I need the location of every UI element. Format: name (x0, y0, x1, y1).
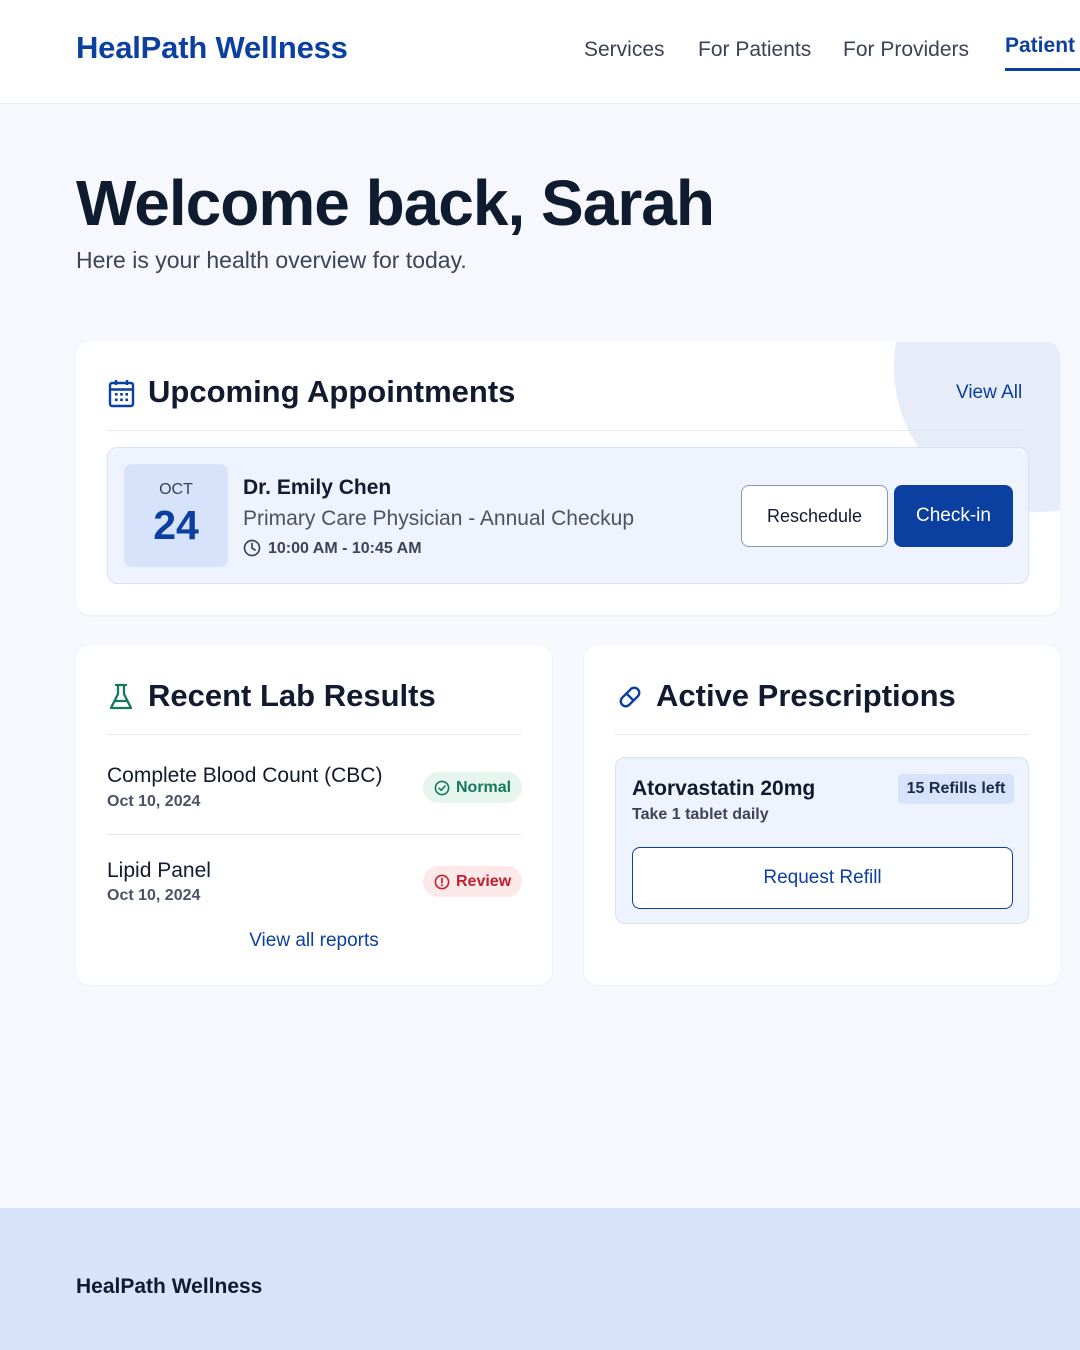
prescription-item: Atorvastatin 20mg Take 1 tablet daily 15… (615, 757, 1029, 924)
appointments-card: Upcoming Appointments View All OCT 24 Dr… (76, 342, 1060, 615)
nav-item-patient[interactable]: Patient (1005, 34, 1075, 58)
lab-result-name[interactable]: Lipid Panel (107, 859, 211, 883)
request-refill-button[interactable]: Request Refill (632, 847, 1013, 909)
prescription-dosage: Take 1 tablet daily (632, 806, 769, 823)
view-all-reports-link[interactable]: View all reports (76, 930, 552, 952)
appointment-date: OCT 24 (124, 464, 228, 567)
pill-icon (617, 684, 643, 715)
footer-brand: HealPath Wellness (76, 1275, 263, 1298)
prescription-name: Atorvastatin 20mg (632, 777, 816, 800)
lab-results-title: Recent Lab Results (148, 678, 436, 713)
appointment-time: 10:00 AM - 10:45 AM (268, 540, 422, 557)
divider (615, 734, 1029, 735)
nav-item-for-providers[interactable]: For Providers (843, 38, 969, 62)
status-badge-review: Review (423, 866, 522, 897)
nav-active-indicator (1005, 68, 1080, 71)
reschedule-button[interactable]: Reschedule (741, 485, 888, 547)
doctor-name: Dr. Emily Chen (243, 476, 392, 499)
lab-results-card: Recent Lab Results Complete Blood Count … (76, 646, 552, 985)
nav-item-for-patients[interactable]: For Patients (698, 38, 811, 62)
status-badge-normal: Normal (423, 772, 522, 803)
flask-icon (108, 683, 134, 716)
divider (107, 834, 521, 835)
view-all-appointments-link[interactable]: View All (956, 382, 1022, 404)
alert-circle-icon (434, 874, 450, 889)
page-title: Welcome back, Sarah (76, 167, 715, 239)
divider (107, 734, 521, 735)
prescriptions-card: Active Prescriptions Atorvastatin 20mg T… (584, 646, 1060, 985)
refills-badge: 15 Refills left (898, 774, 1014, 804)
lab-result-date: Oct 10, 2024 (107, 887, 201, 904)
appointment-month: OCT (159, 481, 193, 498)
appointments-title: Upcoming Appointments (148, 374, 516, 409)
site-header: HealPath Wellness Services For Patients … (0, 0, 1080, 104)
lab-result-date: Oct 10, 2024 (107, 793, 201, 810)
divider (107, 430, 1029, 431)
appointment-specialty: Primary Care Physician - Annual Checkup (243, 507, 635, 530)
clock-icon (243, 539, 261, 562)
status-label: Normal (456, 778, 512, 796)
calendar-icon (108, 379, 135, 413)
check-circle-icon (434, 780, 450, 795)
prescriptions-title: Active Prescriptions (656, 678, 956, 713)
check-in-button[interactable]: Check-in (894, 485, 1013, 547)
nav-item-services[interactable]: Services (584, 38, 665, 62)
status-label: Review (456, 872, 512, 890)
appointment-item: OCT 24 Dr. Emily Chen Primary Care Physi… (107, 447, 1029, 584)
site-footer: HealPath Wellness (0, 1208, 1080, 1350)
lab-result-name[interactable]: Complete Blood Count (CBC) (107, 764, 382, 788)
appointment-day: 24 (153, 502, 199, 548)
site-logo[interactable]: HealPath Wellness (76, 30, 348, 66)
page-subtitle: Here is your health overview for today. (76, 247, 467, 273)
